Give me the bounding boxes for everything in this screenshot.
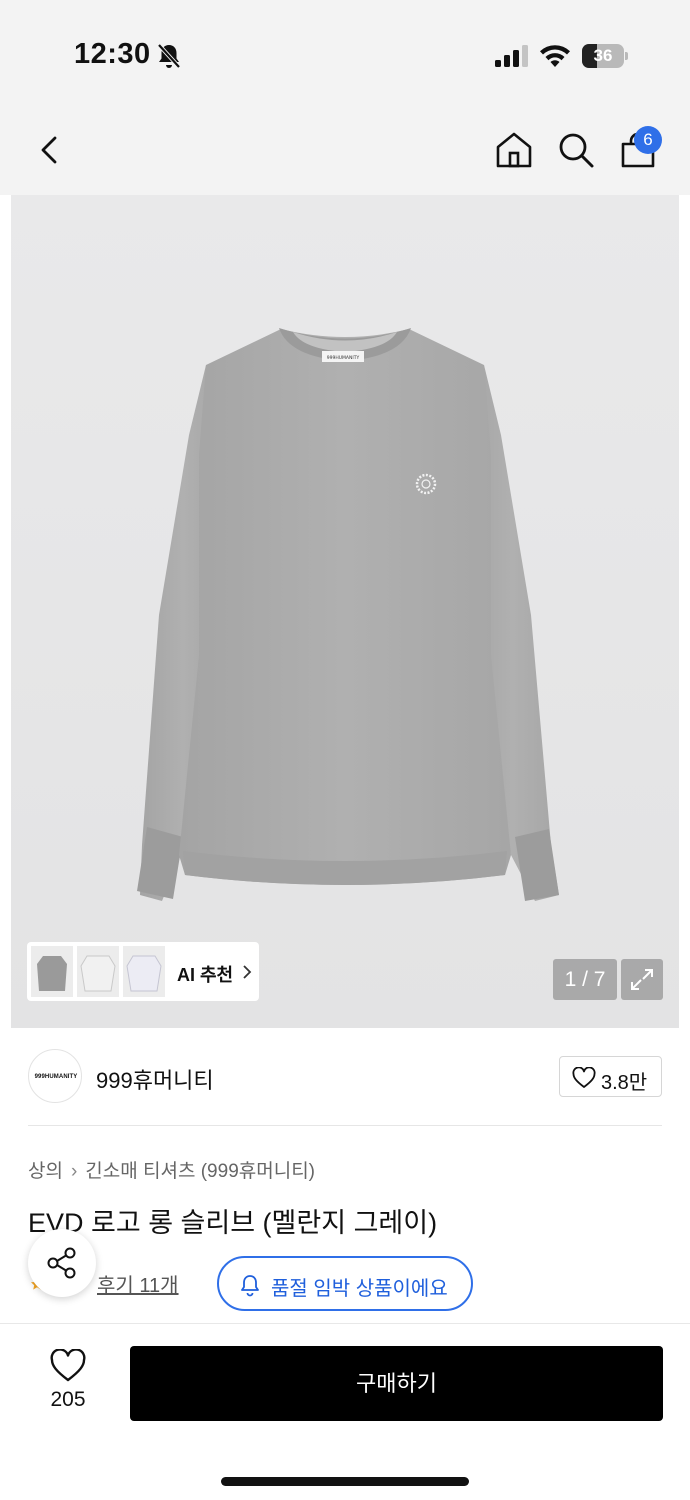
share-icon — [47, 1247, 76, 1279]
buy-button[interactable]: 구매하기 — [130, 1346, 663, 1421]
heart-icon — [572, 1067, 596, 1088]
bell-off-icon — [157, 43, 181, 69]
search-icon[interactable] — [556, 130, 596, 170]
battery-level: 36 — [593, 46, 613, 65]
battery-icon: 36 — [582, 44, 628, 68]
recommend-thumbnail — [123, 946, 165, 997]
wish-count: 205 — [50, 1388, 86, 1411]
image-page-counter: 1 / 7 — [553, 959, 617, 1000]
bell-icon — [241, 1275, 259, 1297]
breadcrumb-subcategory[interactable]: 긴소매 티셔츠 (999휴머니티) — [85, 1161, 315, 1182]
ai-recommend-label: AI 추천 — [177, 965, 234, 985]
review-count-link[interactable]: 후기 11개 — [97, 1269, 179, 1298]
shirt-neck-label: 999HUMANITY — [327, 355, 360, 361]
chevron-right-icon: › — [70, 1161, 78, 1182]
stock-notice-label: 품절 임박 상품이에요 — [271, 1278, 448, 1300]
share-button[interactable] — [28, 1229, 96, 1297]
status-bar: 12:30 36 — [0, 0, 690, 100]
cellular-signal-icon — [495, 45, 528, 67]
brand-like-button[interactable]: 3.8만 — [559, 1056, 662, 1097]
top-nav-bar — [0, 100, 690, 195]
brand-logo-text: 999HUMANITY — [34, 1074, 78, 1080]
grey-long-sleeve-shirt-image: 999HUMANITY — [137, 328, 559, 901]
ai-recommend-button[interactable]: AI 추천 — [27, 942, 259, 1001]
breadcrumb-category[interactable]: 상의 — [28, 1161, 63, 1182]
product-title: EVD 로고 롱 슬리브 (멜란지 그레이) — [28, 1208, 438, 1238]
heart-icon[interactable] — [50, 1349, 86, 1383]
home-icon[interactable] — [494, 130, 534, 170]
cart-count-badge[interactable]: 6 — [634, 126, 662, 154]
wifi-icon — [540, 45, 570, 67]
brand-logo[interactable]: 999HUMANITY — [28, 1049, 82, 1103]
brand-like-count: 3.8만 — [601, 1072, 648, 1094]
expand-icon — [631, 969, 653, 990]
recommend-thumbnail — [31, 946, 73, 997]
breadcrumb: 상의 › 긴소매 티셔츠 (999휴머니티) — [28, 1156, 315, 1183]
product-image[interactable]: 999HUMANITY — [11, 195, 679, 1028]
stock-notice-chip[interactable]: 품절 임박 상품이에요 — [217, 1256, 473, 1311]
home-indicator — [221, 1477, 469, 1486]
status-time: 12:30 — [74, 38, 151, 70]
brand-name[interactable]: 999휴머니티 — [96, 1063, 214, 1095]
divider — [28, 1125, 662, 1126]
back-icon[interactable] — [30, 130, 70, 170]
chevron-right-icon — [243, 965, 252, 979]
expand-image-button[interactable] — [621, 959, 663, 1000]
recommend-thumbnail — [77, 946, 119, 997]
